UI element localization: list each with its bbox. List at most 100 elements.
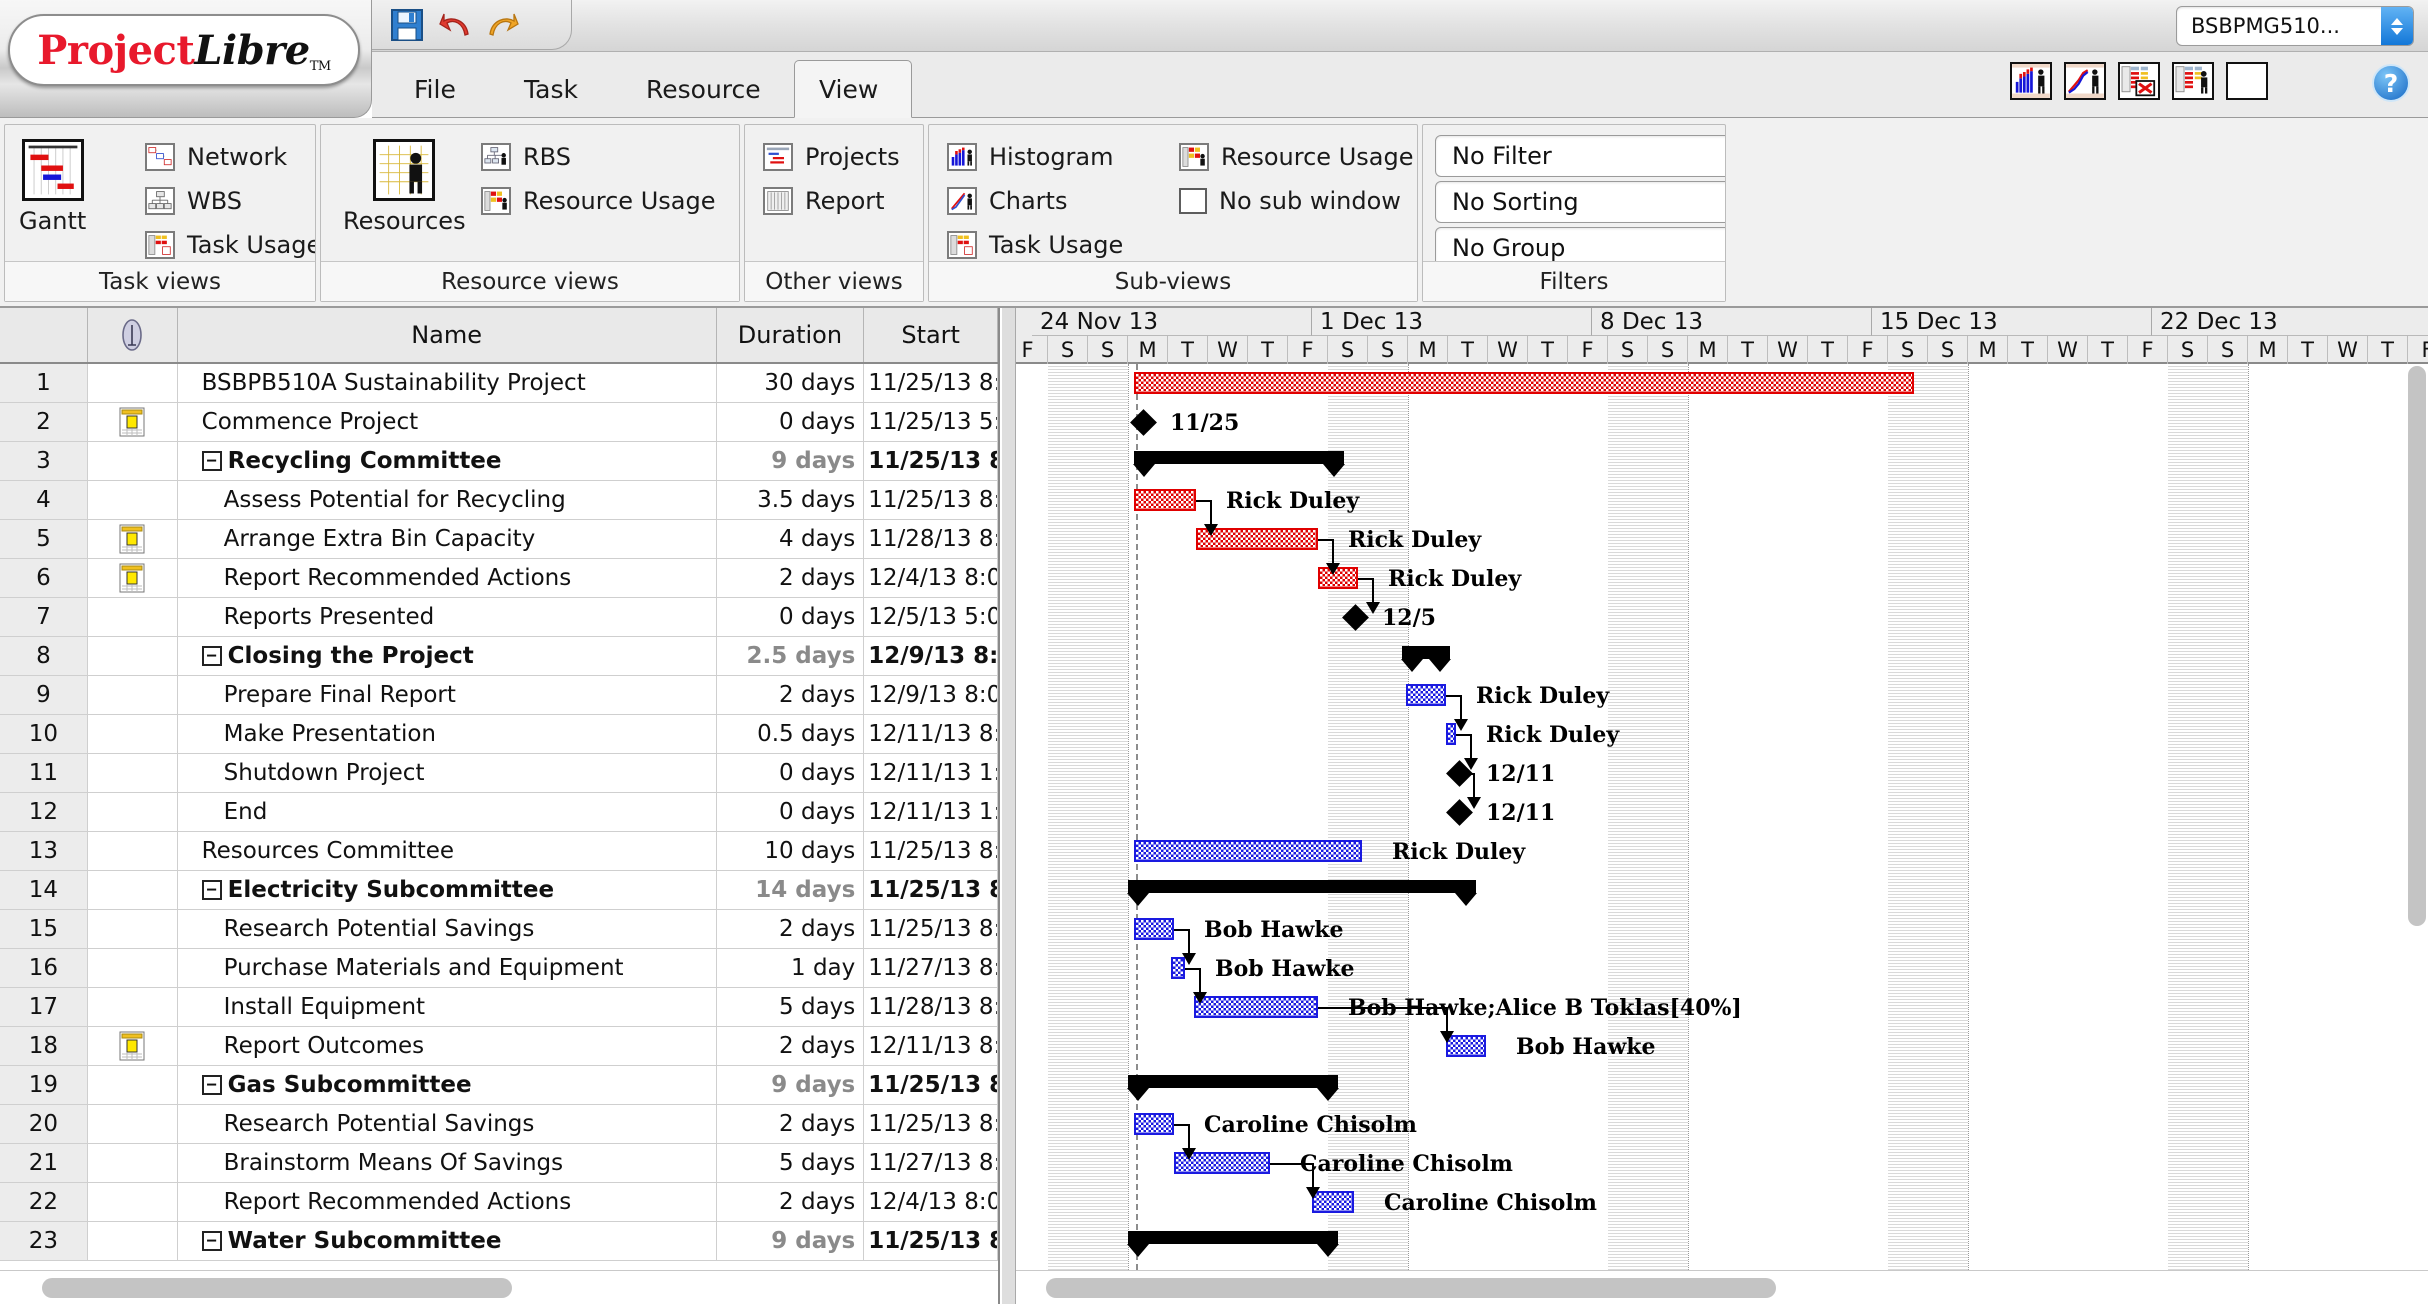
row-duration[interactable]: 30 days	[717, 364, 865, 402]
histogram-icon[interactable]	[2010, 62, 2052, 100]
note-indicator-icon[interactable]	[119, 524, 145, 554]
gantt-task-bar[interactable]	[1134, 1113, 1174, 1135]
row-duration[interactable]: 3.5 days	[717, 481, 865, 519]
row-duration[interactable]: 2 days	[717, 676, 865, 714]
gantt-vscroll-thumb[interactable]	[2408, 366, 2426, 926]
row-start[interactable]: 11/25/13 8:0	[864, 364, 998, 402]
row-start[interactable]: 12/11/13 1:0	[864, 793, 998, 831]
row-start[interactable]: 11/27/13 8:0	[864, 949, 998, 987]
row-expander[interactable]: −	[201, 880, 222, 900]
row-name[interactable]: Report Outcomes	[178, 1027, 717, 1065]
row-indicator[interactable]	[88, 1027, 178, 1065]
gantt-task-bar[interactable]	[1134, 489, 1196, 511]
resource-usage-button[interactable]: Resource Usage	[481, 187, 715, 215]
row-duration[interactable]: 5 days	[717, 1144, 865, 1182]
row-duration[interactable]: 2 days	[717, 910, 865, 948]
table-row[interactable]: 14− Electricity Subcommittee 14 days 11/25/…	[0, 871, 998, 910]
row-indicator[interactable]	[88, 871, 178, 909]
row-name[interactable]: − Recycling Committee	[178, 442, 717, 480]
row-expander[interactable]: −	[201, 451, 222, 471]
row-duration[interactable]: 9 days	[717, 1066, 865, 1104]
row-indicator[interactable]	[88, 1066, 178, 1104]
project-selector-spinner[interactable]	[2381, 7, 2413, 45]
row-duration[interactable]: 14 days	[717, 871, 865, 909]
sorting-select[interactable]: No Sorting	[1435, 181, 1725, 223]
row-duration[interactable]: 9 days	[717, 1222, 865, 1260]
subview-task-usage-button[interactable]: Task Usage	[947, 231, 1123, 259]
gantt-split-handle[interactable]	[1002, 308, 1016, 1304]
row-duration[interactable]: 2 days	[717, 1183, 865, 1221]
row-start[interactable]: 11/27/13 8:0	[864, 1144, 998, 1182]
row-name[interactable]: Report Recommended Actions	[178, 1183, 717, 1221]
row-start[interactable]: 11/25/13 8:0	[864, 1222, 998, 1260]
row-indicator[interactable]	[88, 676, 178, 714]
row-indicator[interactable]	[88, 520, 178, 558]
table-row[interactable]: 3−Recycling Committee9 days11/25/13 8:0	[0, 442, 998, 481]
note-indicator-icon[interactable]	[119, 407, 145, 437]
row-name[interactable]: Make Presentation	[178, 715, 717, 753]
row-start[interactable]: 12/5/13 5:00	[864, 598, 998, 636]
row-duration[interactable]: 0 days	[717, 403, 865, 441]
resource-usage-icon[interactable]	[2172, 62, 2214, 100]
row-indicator[interactable]	[88, 598, 178, 636]
row-indicator[interactable]	[88, 754, 178, 792]
row-name[interactable]: Research Potential Savings	[178, 1105, 717, 1143]
gantt-hscroll-track[interactable]	[1016, 1270, 2428, 1304]
row-start[interactable]: 11/25/13 8:0	[864, 1105, 998, 1143]
row-duration[interactable]: 10 days	[717, 832, 865, 870]
row-duration[interactable]: 0 days	[717, 598, 865, 636]
row-name[interactable]: Prepare Final Report	[178, 676, 717, 714]
row-name[interactable]: Commence Project	[178, 403, 717, 441]
row-indicator[interactable]	[88, 793, 178, 831]
row-start[interactable]: 11/25/13 8:0	[864, 442, 998, 480]
row-start[interactable]: 11/28/13 8:0	[864, 988, 998, 1026]
projects-button[interactable]: Projects	[763, 143, 900, 171]
row-name[interactable]: BSBPB510A Sustainability Project	[178, 364, 717, 402]
row-duration[interactable]: 2 days	[717, 1105, 865, 1143]
group-select[interactable]: No Group	[1435, 227, 1725, 261]
table-row[interactable]: 18 Report Outcomes 2 days12/11/13 8:0	[0, 1027, 998, 1066]
gantt-hscroll-thumb[interactable]	[1046, 1278, 1776, 1298]
gantt-summary-bar[interactable]	[1127, 1231, 1339, 1257]
row-name[interactable]: Reports Presented	[178, 598, 717, 636]
table-row[interactable]: 16 Purchase Materials and Equipment 1 day 1…	[0, 949, 998, 988]
tab-view[interactable]: View	[794, 60, 912, 118]
row-name[interactable]: Report Recommended Actions	[178, 559, 717, 597]
row-start[interactable]: 11/25/13 5:0	[864, 403, 998, 441]
table-row[interactable]: 15 Research Potential Savings 2 days 11/25/…	[0, 910, 998, 949]
column-header-duration[interactable]: Duration	[717, 308, 865, 362]
table-row[interactable]: 23−Water Subcommittee9 days11/25/13 8:0	[0, 1222, 998, 1261]
charts-icon[interactable]	[2064, 62, 2106, 100]
table-row[interactable]: 21 Brainstorm Means Of Savings 5 days 11/27…	[0, 1144, 998, 1183]
row-start[interactable]: 12/9/13 8:00	[864, 637, 998, 675]
row-indicator[interactable]	[88, 832, 178, 870]
project-selector[interactable]: BSBPMG510...	[2176, 6, 2414, 46]
row-indicator[interactable]	[88, 403, 178, 441]
task-usage-button[interactable]: Task Usage	[145, 231, 315, 259]
row-indicator[interactable]	[88, 1105, 178, 1143]
resources-button[interactable]: Resources	[343, 139, 466, 235]
table-row[interactable]: 13 Resources Committee 10 days11/25/13 8:0	[0, 832, 998, 871]
gantt-task-bar[interactable]	[1406, 684, 1446, 706]
row-indicator[interactable]	[88, 637, 178, 675]
table-row[interactable]: 6 Report Recommended Actions 2 days 12/4/13…	[0, 559, 998, 598]
table-row[interactable]: 4 Assess Potential for Recycling 3.5 days 1…	[0, 481, 998, 520]
row-start[interactable]: 12/11/13 8:0	[864, 715, 998, 753]
subview-no-sub-window-button[interactable]: No sub window	[1179, 187, 1401, 215]
row-indicator[interactable]	[88, 715, 178, 753]
row-name[interactable]: − Electricity Subcommittee	[178, 871, 717, 909]
help-button[interactable]: ?	[2372, 64, 2410, 102]
subview-resource-usage-button[interactable]: Resource Usage	[1179, 143, 1413, 171]
close-view-icon[interactable]	[2118, 62, 2160, 100]
row-indicator[interactable]	[88, 364, 178, 402]
table-row[interactable]: 5 Arrange Extra Bin Capacity 4 days 11/28/1…	[0, 520, 998, 559]
row-start[interactable]: 12/4/13 8:00	[864, 559, 998, 597]
row-start[interactable]: 12/11/13 1:0	[864, 754, 998, 792]
note-indicator-icon[interactable]	[119, 1031, 145, 1061]
note-indicator-icon[interactable]	[119, 563, 145, 593]
row-start[interactable]: 12/9/13 8:00	[864, 676, 998, 714]
row-name[interactable]: Brainstorm Means Of Savings	[178, 1144, 717, 1182]
row-name[interactable]: Arrange Extra Bin Capacity	[178, 520, 717, 558]
row-name[interactable]: End	[178, 793, 717, 831]
row-indicator[interactable]	[88, 1183, 178, 1221]
